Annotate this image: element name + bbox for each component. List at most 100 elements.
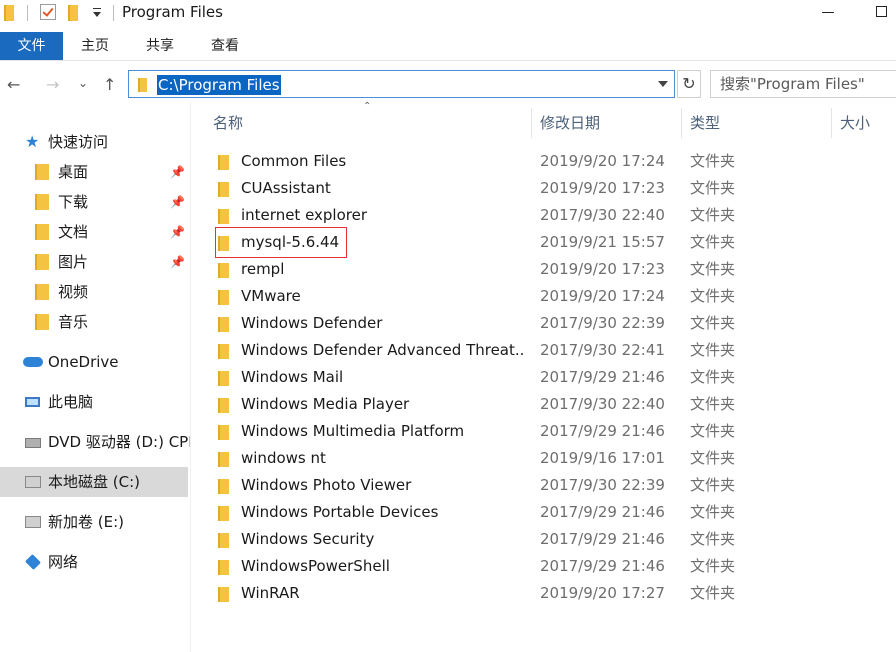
sidebar-item-this-pc[interactable]: 此电脑 — [0, 387, 188, 417]
file-row[interactable]: Windows Media Player 2017/9/30 22:40 文件夹 — [201, 391, 896, 418]
customize-toolbar-dropdown-icon[interactable] — [93, 8, 101, 17]
file-row[interactable]: Windows Photo Viewer 2017/9/30 22:39 文件夹 — [201, 472, 896, 499]
sidebar-item-network[interactable]: 网络 — [0, 547, 188, 577]
search-box[interactable] — [710, 70, 896, 98]
file-name: CUAssistant — [241, 179, 331, 197]
folder-icon — [218, 155, 229, 170]
file-row[interactable]: internet explorer 2017/9/30 22:40 文件夹 — [201, 202, 896, 229]
file-type: 文件夹 — [690, 395, 736, 413]
new-folder-icon[interactable] — [68, 5, 78, 25]
file-modified: 2017/9/29 21:46 — [540, 530, 665, 548]
file-row[interactable]: WindowsPowerShell 2017/9/29 21:46 文件夹 — [201, 553, 896, 580]
address-text[interactable]: C:\Program Files — [157, 75, 281, 95]
pin-icon[interactable]: 📌 — [170, 157, 185, 187]
sidebar-item-label: 快速访问 — [48, 133, 109, 151]
navigation-bar: ← → ⌄ ↑ C:\Program Files ↻ — [0, 69, 896, 101]
sidebar-item-downloads[interactable]: 下载 📌 — [0, 187, 188, 217]
pin-icon[interactable]: 📌 — [170, 217, 185, 247]
file-name: Windows Defender — [241, 314, 383, 332]
file-name: internet explorer — [241, 206, 368, 224]
column-header-type[interactable]: 类型 — [678, 108, 828, 138]
column-header-size[interactable]: 大小 — [828, 108, 896, 138]
sidebar-item-label: 新加卷 (E:) — [48, 513, 125, 531]
folder-icon — [218, 533, 229, 548]
file-row[interactable]: Windows Defender 2017/9/30 22:39 文件夹 — [201, 310, 896, 337]
file-row[interactable]: Windows Multimedia Platform 2017/9/29 21:… — [201, 418, 896, 445]
file-row[interactable]: Windows Defender Advanced Threat... 2017/… — [201, 337, 896, 364]
sidebar-item-pictures[interactable]: 图片 📌 — [0, 247, 188, 277]
folder-icon — [218, 398, 229, 413]
file-type: 文件夹 — [690, 179, 736, 197]
file-modified: 2017/9/30 22:39 — [540, 314, 665, 332]
file-row[interactable]: Windows Mail 2017/9/29 21:46 文件夹 — [201, 364, 896, 391]
sidebar-item-documents[interactable]: 文档 📌 — [0, 217, 188, 247]
folder-icon — [218, 290, 229, 305]
tab-file[interactable]: 文件 — [0, 32, 63, 60]
tab-view[interactable]: 查看 — [209, 32, 241, 60]
sidebar-item-dvd-drive[interactable]: DVD 驱动器 (D:) CPB — [0, 427, 190, 457]
pin-icon[interactable]: 📌 — [170, 247, 185, 277]
search-input[interactable] — [720, 75, 890, 93]
pin-icon[interactable]: 📌 — [170, 187, 185, 217]
maximize-button[interactable] — [876, 6, 887, 17]
sidebar-item-label: 本地磁盘 (C:) — [48, 473, 140, 491]
file-modified: 2017/9/29 21:46 — [540, 557, 665, 575]
back-arrow-icon[interactable]: ← — [7, 75, 20, 94]
star-icon: ★ — [25, 132, 40, 151]
address-bar[interactable]: C:\Program Files — [128, 70, 675, 98]
file-row[interactable]: VMware 2019/9/20 17:24 文件夹 — [201, 283, 896, 310]
navigation-pane: ★ 快速访问 桌面 📌 下载 📌 文档 📌 图片 📌 视频 音乐 OneDriv… — [0, 102, 190, 652]
file-row[interactable]: Windows Portable Devices 2017/9/29 21:46 文… — [201, 499, 896, 526]
column-header-name[interactable]: 名称 — [201, 108, 531, 138]
file-name: Windows Portable Devices — [241, 503, 439, 521]
recent-locations-chevron-icon[interactable]: ⌄ — [78, 76, 88, 90]
hard-drive-icon — [25, 516, 41, 528]
network-icon — [25, 554, 41, 570]
pane-divider[interactable] — [190, 102, 191, 652]
sidebar-item-local-disk-c[interactable]: 本地磁盘 (C:) — [0, 467, 188, 497]
file-row[interactable]: windows nt 2019/9/16 17:01 文件夹 — [201, 445, 896, 472]
sidebar-item-label: 图片 — [58, 253, 89, 271]
column-header-modified[interactable]: 修改日期 — [528, 108, 678, 138]
sidebar-item-new-volume-e[interactable]: 新加卷 (E:) — [0, 507, 188, 537]
file-row[interactable]: Windows Security 2017/9/29 21:46 文件夹 — [201, 526, 896, 553]
file-row[interactable]: CUAssistant 2019/9/20 17:23 文件夹 — [201, 175, 896, 202]
sidebar-item-quick-access[interactable]: ★ 快速访问 — [0, 127, 188, 157]
folder-icon — [218, 317, 229, 332]
refresh-icon[interactable]: ↻ — [677, 70, 701, 98]
file-modified: 2019/9/20 17:23 — [540, 179, 665, 197]
tab-share[interactable]: 共享 — [144, 32, 176, 60]
file-type: 文件夹 — [690, 449, 736, 467]
sidebar-item-label: DVD 驱动器 (D:) CPB — [48, 433, 190, 451]
sidebar-item-music[interactable]: 音乐 — [0, 307, 188, 337]
folder-icon — [218, 263, 229, 278]
properties-check-icon[interactable] — [40, 4, 56, 20]
file-modified: 2019/9/20 17:24 — [540, 152, 665, 170]
documents-folder-icon — [35, 224, 49, 240]
address-dropdown-icon[interactable] — [658, 81, 668, 87]
annotation-highlight-box — [215, 227, 347, 258]
folder-icon — [218, 560, 229, 575]
file-row[interactable]: rempl 2019/9/20 17:23 文件夹 — [201, 256, 896, 283]
file-type: 文件夹 — [690, 584, 736, 602]
sidebar-item-onedrive[interactable]: OneDrive — [0, 347, 188, 377]
file-type: 文件夹 — [690, 530, 736, 548]
file-modified: 2019/9/20 17:24 — [540, 287, 665, 305]
file-type: 文件夹 — [690, 287, 736, 305]
file-name: Windows Multimedia Platform — [241, 422, 465, 440]
up-arrow-icon[interactable]: ↑ — [103, 75, 116, 94]
sidebar-item-desktop[interactable]: 桌面 📌 — [0, 157, 188, 187]
sidebar-item-label: OneDrive — [48, 353, 119, 371]
file-modified: 2017/9/30 22:41 — [540, 341, 665, 359]
sidebar-item-label: 桌面 — [58, 163, 89, 181]
file-name: Windows Mail — [241, 368, 344, 386]
file-type: 文件夹 — [690, 503, 736, 521]
tab-home[interactable]: 主页 — [79, 32, 111, 60]
sidebar-item-videos[interactable]: 视频 — [0, 277, 188, 307]
file-row[interactable]: WinRAR 2019/9/20 17:27 文件夹 — [201, 580, 896, 607]
file-row[interactable]: Common Files 2019/9/20 17:24 文件夹 — [201, 148, 896, 175]
forward-arrow-icon[interactable]: → — [46, 75, 59, 94]
minimize-button[interactable] — [822, 12, 834, 13]
file-name: Windows Media Player — [241, 395, 410, 413]
music-folder-icon — [35, 314, 49, 330]
